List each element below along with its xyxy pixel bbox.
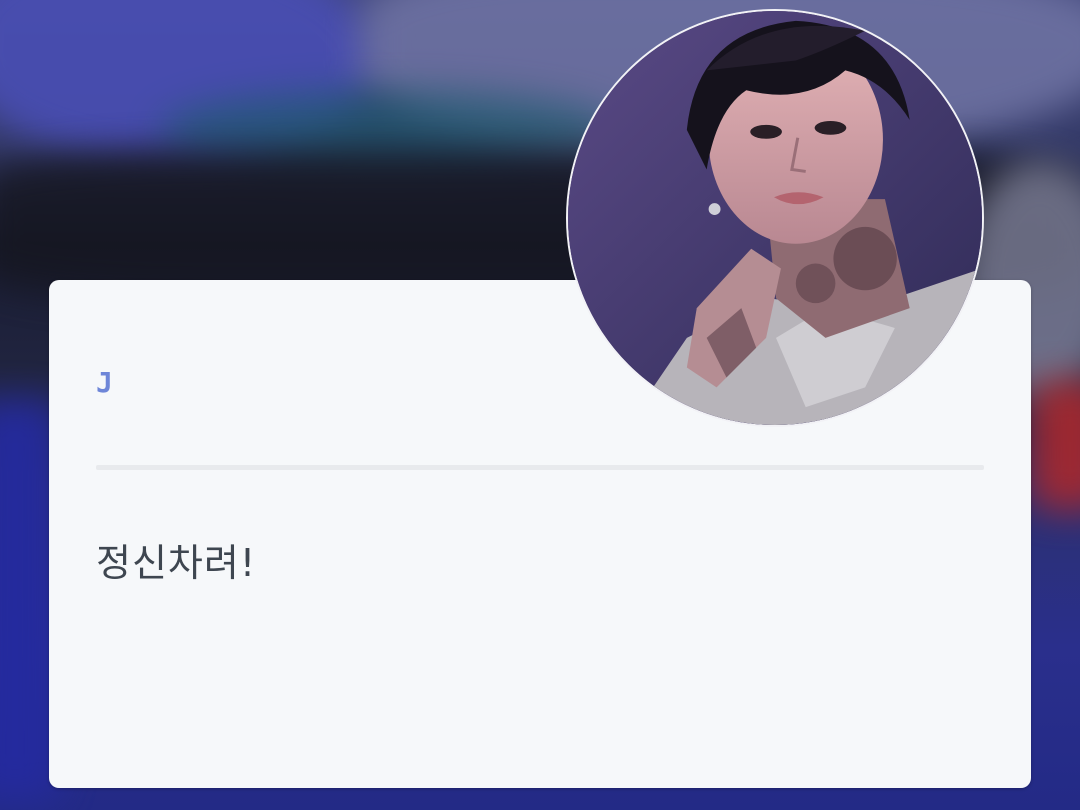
profile-photo-icon — [568, 11, 982, 425]
divider — [96, 465, 984, 470]
message-text: 정신차려! — [96, 541, 257, 585]
background-blur — [1030, 380, 1080, 510]
avatar[interactable] — [566, 9, 984, 427]
sender-name: J — [96, 366, 113, 399]
lockscreen-background: J 정신차려! — [0, 0, 1080, 810]
